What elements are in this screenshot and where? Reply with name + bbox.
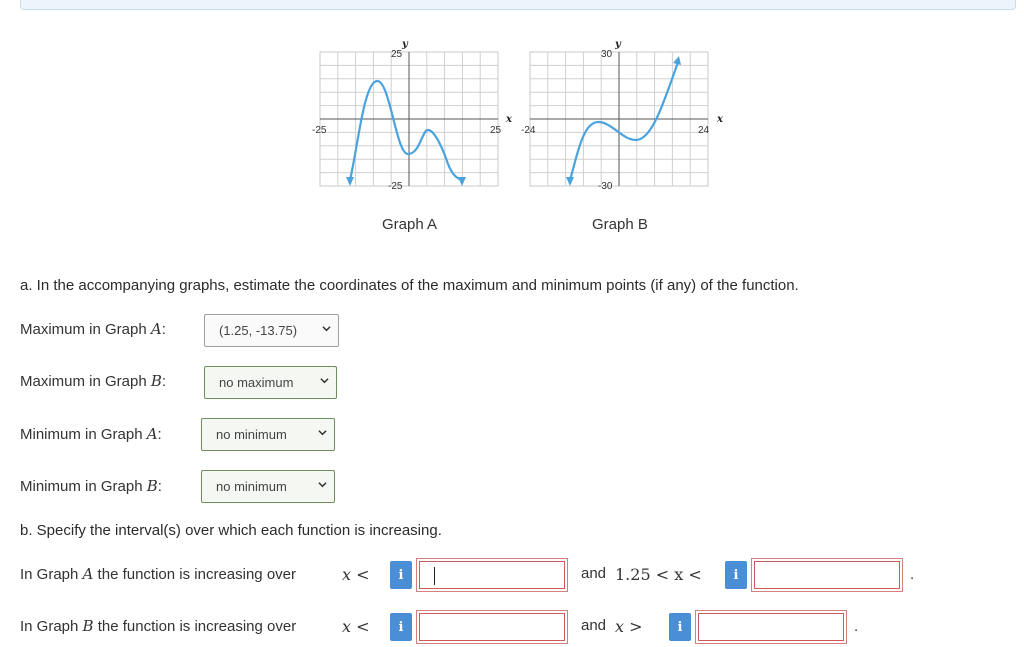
- min-graph-b-label: Minimum in Graph B:: [20, 477, 162, 495]
- min-graph-a-label: Minimum in Graph A:: [20, 425, 162, 443]
- graph-a-y-bottom-tick: -25: [388, 181, 403, 192]
- increasing-graph-a-math-left: x <: [342, 565, 370, 584]
- graph-b-row-period: .: [854, 618, 859, 635]
- max-graph-a-colon: :: [161, 321, 166, 338]
- graph-b-x-label: x: [716, 114, 724, 125]
- increasing-graph-a-var: A: [82, 565, 94, 583]
- increasing-graph-b-math-left: x <: [342, 617, 370, 636]
- graph-a-x-left-tick: -25: [312, 125, 327, 136]
- graph-b-curve: [568, 61, 680, 181]
- graph-b-caption: Graph B: [592, 216, 648, 233]
- graph-b-x-right-tick: 24: [698, 125, 710, 136]
- graph-a-arrow-right: [458, 177, 466, 186]
- increasing-graph-a-label: In Graph A the function is increasing ov…: [20, 565, 296, 583]
- max-graph-b-label-text: Maximum in Graph: [20, 373, 151, 390]
- increasing-graph-a-and: and: [581, 565, 607, 582]
- increasing-graph-a-suffix: the function is increasing over: [93, 566, 297, 583]
- increasing-graph-a-connector-math: 1.25 < x <: [615, 565, 702, 584]
- min-graph-a-label-text: Minimum in Graph: [20, 426, 147, 443]
- max-graph-b-colon: :: [161, 373, 167, 390]
- part-a-question: a. In the accompanying graphs, estimate …: [20, 277, 799, 294]
- graph-b-arrow-up: [673, 56, 681, 65]
- graph-a-arrow-left: [346, 177, 354, 186]
- max-graph-b-label: Maximum in Graph B:: [20, 372, 166, 390]
- min-graph-a-select[interactable]: no minimum: [201, 418, 335, 451]
- increasing-graph-b-label: In Graph B the function is increasing ov…: [20, 617, 296, 635]
- top-panel-edge: [20, 0, 1016, 10]
- min-graph-b-label-text: Minimum in Graph: [20, 478, 147, 495]
- graph-a-curve: [348, 79, 463, 182]
- min-graph-b-var: B: [146, 477, 158, 495]
- graph-a-caption: Graph A: [382, 216, 438, 233]
- min-graph-a-var: A: [146, 425, 158, 443]
- graph-b-interval-1-input[interactable]: [416, 610, 568, 644]
- info-icon[interactable]: i: [725, 561, 747, 589]
- max-graph-a-label-text: Maximum in Graph: [20, 321, 151, 338]
- graph-a-interval-1-field[interactable]: [419, 561, 565, 589]
- graph-b-y-top-tick: 30: [601, 49, 613, 60]
- graph-b-arrow-down: [566, 177, 574, 186]
- graph-a-interval-1-input[interactable]: [416, 558, 568, 592]
- graph-a-y-top-tick: 25: [391, 49, 403, 60]
- max-graph-b-var: B: [150, 372, 162, 390]
- graph-b-interval-1-field[interactable]: [419, 613, 565, 641]
- min-graph-a-selected: no minimum: [216, 427, 287, 442]
- max-graph-a-label: Maximum in Graph A:: [20, 320, 166, 338]
- min-graph-a-colon: :: [157, 426, 162, 443]
- graph-a-grid: [319, 51, 499, 187]
- graph-b-grid: [529, 51, 709, 187]
- chevron-down-icon: [320, 378, 329, 384]
- graph-b-x-left-tick: -24: [521, 125, 536, 136]
- max-graph-a-selected: (1.25, -13.75): [219, 323, 298, 338]
- info-icon[interactable]: i: [390, 561, 412, 589]
- graph-a-interval-2-input[interactable]: [751, 558, 903, 592]
- increasing-graph-b-var: B: [82, 617, 94, 635]
- chevron-down-icon: [318, 482, 327, 488]
- chevron-down-icon: [318, 430, 327, 436]
- max-graph-a-select[interactable]: (1.25, -13.75): [204, 314, 339, 347]
- graph-b-y-label: y: [614, 39, 622, 50]
- graph-b-y-bottom-tick: -30: [598, 181, 613, 192]
- max-graph-b-selected: no maximum: [219, 375, 294, 390]
- increasing-graph-a-prefix: In Graph: [20, 566, 83, 583]
- increasing-graph-b-prefix: In Graph: [20, 618, 83, 635]
- max-graph-b-select[interactable]: no maximum: [204, 366, 337, 399]
- min-graph-b-colon: :: [157, 478, 162, 495]
- increasing-graph-b-suffix: the function is increasing over: [93, 618, 297, 635]
- graph-a-row-period: .: [910, 566, 915, 583]
- graph-a-x-right-tick: 25: [490, 125, 502, 136]
- graph-a-x-label: x: [505, 114, 513, 125]
- min-graph-b-select[interactable]: no minimum: [201, 470, 335, 503]
- graph-b-interval-2-field[interactable]: [698, 613, 844, 641]
- graph-a: y x 25 -25 -25 25: [312, 39, 513, 192]
- graph-a-y-label: y: [401, 39, 409, 50]
- increasing-graph-b-and: and: [581, 617, 607, 634]
- graph-a-interval-2-field[interactable]: [754, 561, 900, 589]
- graph-b: y x 30 -30 -24 24: [521, 39, 724, 192]
- min-graph-b-selected: no minimum: [216, 479, 287, 494]
- info-icon[interactable]: i: [669, 613, 691, 641]
- increasing-graph-b-connector-math: x >: [615, 617, 643, 636]
- graph-b-interval-2-input[interactable]: [695, 610, 847, 644]
- max-graph-a-var: A: [150, 320, 162, 338]
- part-b-question: b. Specify the interval(s) over which ea…: [20, 522, 442, 539]
- text-caret: [434, 567, 435, 585]
- chevron-down-icon: [322, 326, 331, 332]
- info-icon[interactable]: i: [390, 613, 412, 641]
